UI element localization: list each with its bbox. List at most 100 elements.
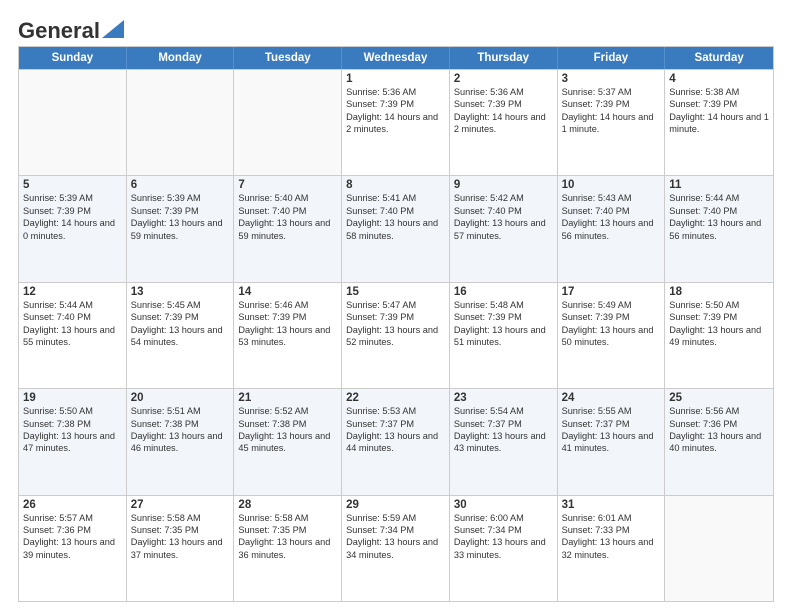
calendar-cell: [665, 496, 773, 601]
day-number: 18: [669, 286, 769, 298]
day-number: 7: [238, 179, 337, 191]
day-info: Sunrise: 5:50 AM Sunset: 7:39 PM Dayligh…: [669, 299, 769, 349]
day-info: Sunrise: 5:57 AM Sunset: 7:36 PM Dayligh…: [23, 512, 122, 562]
weekday-monday: Monday: [127, 47, 235, 69]
calendar-cell: 16Sunrise: 5:48 AM Sunset: 7:39 PM Dayli…: [450, 283, 558, 388]
calendar-cell: 13Sunrise: 5:45 AM Sunset: 7:39 PM Dayli…: [127, 283, 235, 388]
day-info: Sunrise: 5:58 AM Sunset: 7:35 PM Dayligh…: [131, 512, 230, 562]
calendar-cell: 28Sunrise: 5:58 AM Sunset: 7:35 PM Dayli…: [234, 496, 342, 601]
calendar-cell: 17Sunrise: 5:49 AM Sunset: 7:39 PM Dayli…: [558, 283, 666, 388]
calendar-cell: 27Sunrise: 5:58 AM Sunset: 7:35 PM Dayli…: [127, 496, 235, 601]
weekday-friday: Friday: [558, 47, 666, 69]
calendar-header: Sunday Monday Tuesday Wednesday Thursday…: [19, 47, 773, 69]
calendar: Sunday Monday Tuesday Wednesday Thursday…: [18, 46, 774, 602]
day-info: Sunrise: 5:50 AM Sunset: 7:38 PM Dayligh…: [23, 405, 122, 455]
day-number: 22: [346, 392, 445, 404]
calendar-cell: 24Sunrise: 5:55 AM Sunset: 7:37 PM Dayli…: [558, 389, 666, 494]
calendar-cell: 11Sunrise: 5:44 AM Sunset: 7:40 PM Dayli…: [665, 176, 773, 281]
day-info: Sunrise: 5:58 AM Sunset: 7:35 PM Dayligh…: [238, 512, 337, 562]
day-info: Sunrise: 5:43 AM Sunset: 7:40 PM Dayligh…: [562, 192, 661, 242]
calendar-row-1: 5Sunrise: 5:39 AM Sunset: 7:39 PM Daylig…: [19, 175, 773, 281]
header: General: [18, 18, 774, 40]
calendar-cell: [19, 70, 127, 175]
day-info: Sunrise: 5:39 AM Sunset: 7:39 PM Dayligh…: [23, 192, 122, 242]
day-info: Sunrise: 5:39 AM Sunset: 7:39 PM Dayligh…: [131, 192, 230, 242]
weekday-thursday: Thursday: [450, 47, 558, 69]
calendar-cell: [234, 70, 342, 175]
calendar-cell: 10Sunrise: 5:43 AM Sunset: 7:40 PM Dayli…: [558, 176, 666, 281]
day-number: 4: [669, 73, 769, 85]
weekday-saturday: Saturday: [665, 47, 773, 69]
day-number: 14: [238, 286, 337, 298]
calendar-cell: 3Sunrise: 5:37 AM Sunset: 7:39 PM Daylig…: [558, 70, 666, 175]
day-info: Sunrise: 5:44 AM Sunset: 7:40 PM Dayligh…: [23, 299, 122, 349]
day-number: 3: [562, 73, 661, 85]
calendar-row-0: 1Sunrise: 5:36 AM Sunset: 7:39 PM Daylig…: [19, 69, 773, 175]
calendar-cell: 20Sunrise: 5:51 AM Sunset: 7:38 PM Dayli…: [127, 389, 235, 494]
day-number: 29: [346, 499, 445, 511]
day-number: 8: [346, 179, 445, 191]
day-number: 6: [131, 179, 230, 191]
calendar-row-2: 12Sunrise: 5:44 AM Sunset: 7:40 PM Dayli…: [19, 282, 773, 388]
day-number: 13: [131, 286, 230, 298]
day-info: Sunrise: 5:54 AM Sunset: 7:37 PM Dayligh…: [454, 405, 553, 455]
calendar-row-3: 19Sunrise: 5:50 AM Sunset: 7:38 PM Dayli…: [19, 388, 773, 494]
calendar-cell: 15Sunrise: 5:47 AM Sunset: 7:39 PM Dayli…: [342, 283, 450, 388]
calendar-row-4: 26Sunrise: 5:57 AM Sunset: 7:36 PM Dayli…: [19, 495, 773, 601]
calendar-cell: 5Sunrise: 5:39 AM Sunset: 7:39 PM Daylig…: [19, 176, 127, 281]
day-info: Sunrise: 5:46 AM Sunset: 7:39 PM Dayligh…: [238, 299, 337, 349]
calendar-cell: 31Sunrise: 6:01 AM Sunset: 7:33 PM Dayli…: [558, 496, 666, 601]
day-info: Sunrise: 5:53 AM Sunset: 7:37 PM Dayligh…: [346, 405, 445, 455]
day-number: 24: [562, 392, 661, 404]
day-info: Sunrise: 5:41 AM Sunset: 7:40 PM Dayligh…: [346, 192, 445, 242]
weekday-sunday: Sunday: [19, 47, 127, 69]
day-number: 19: [23, 392, 122, 404]
day-info: Sunrise: 5:47 AM Sunset: 7:39 PM Dayligh…: [346, 299, 445, 349]
day-number: 20: [131, 392, 230, 404]
day-info: Sunrise: 6:01 AM Sunset: 7:33 PM Dayligh…: [562, 512, 661, 562]
day-info: Sunrise: 5:48 AM Sunset: 7:39 PM Dayligh…: [454, 299, 553, 349]
calendar-cell: 23Sunrise: 5:54 AM Sunset: 7:37 PM Dayli…: [450, 389, 558, 494]
day-number: 9: [454, 179, 553, 191]
day-number: 5: [23, 179, 122, 191]
calendar-cell: 6Sunrise: 5:39 AM Sunset: 7:39 PM Daylig…: [127, 176, 235, 281]
day-info: Sunrise: 5:45 AM Sunset: 7:39 PM Dayligh…: [131, 299, 230, 349]
calendar-cell: 7Sunrise: 5:40 AM Sunset: 7:40 PM Daylig…: [234, 176, 342, 281]
day-number: 31: [562, 499, 661, 511]
weekday-tuesday: Tuesday: [234, 47, 342, 69]
calendar-cell: 8Sunrise: 5:41 AM Sunset: 7:40 PM Daylig…: [342, 176, 450, 281]
day-info: Sunrise: 5:59 AM Sunset: 7:34 PM Dayligh…: [346, 512, 445, 562]
day-info: Sunrise: 5:51 AM Sunset: 7:38 PM Dayligh…: [131, 405, 230, 455]
day-info: Sunrise: 5:42 AM Sunset: 7:40 PM Dayligh…: [454, 192, 553, 242]
day-info: Sunrise: 5:56 AM Sunset: 7:36 PM Dayligh…: [669, 405, 769, 455]
day-number: 26: [23, 499, 122, 511]
calendar-cell: 18Sunrise: 5:50 AM Sunset: 7:39 PM Dayli…: [665, 283, 773, 388]
calendar-cell: 29Sunrise: 5:59 AM Sunset: 7:34 PM Dayli…: [342, 496, 450, 601]
calendar-cell: 30Sunrise: 6:00 AM Sunset: 7:34 PM Dayli…: [450, 496, 558, 601]
day-number: 30: [454, 499, 553, 511]
day-info: Sunrise: 5:49 AM Sunset: 7:39 PM Dayligh…: [562, 299, 661, 349]
day-number: 1: [346, 73, 445, 85]
day-number: 25: [669, 392, 769, 404]
calendar-cell: 2Sunrise: 5:36 AM Sunset: 7:39 PM Daylig…: [450, 70, 558, 175]
day-info: Sunrise: 5:40 AM Sunset: 7:40 PM Dayligh…: [238, 192, 337, 242]
day-number: 12: [23, 286, 122, 298]
calendar-body: 1Sunrise: 5:36 AM Sunset: 7:39 PM Daylig…: [19, 69, 773, 601]
day-number: 16: [454, 286, 553, 298]
calendar-cell: 1Sunrise: 5:36 AM Sunset: 7:39 PM Daylig…: [342, 70, 450, 175]
logo-icon: [102, 20, 124, 38]
day-info: Sunrise: 5:44 AM Sunset: 7:40 PM Dayligh…: [669, 192, 769, 242]
weekday-wednesday: Wednesday: [342, 47, 450, 69]
calendar-cell: 9Sunrise: 5:42 AM Sunset: 7:40 PM Daylig…: [450, 176, 558, 281]
logo-general: General: [18, 18, 100, 44]
day-number: 21: [238, 392, 337, 404]
day-info: Sunrise: 5:37 AM Sunset: 7:39 PM Dayligh…: [562, 86, 661, 136]
calendar-cell: 12Sunrise: 5:44 AM Sunset: 7:40 PM Dayli…: [19, 283, 127, 388]
day-number: 17: [562, 286, 661, 298]
page: General Sunday Monday Tuesday Wednesday …: [0, 0, 792, 612]
day-number: 27: [131, 499, 230, 511]
calendar-cell: 19Sunrise: 5:50 AM Sunset: 7:38 PM Dayli…: [19, 389, 127, 494]
day-info: Sunrise: 5:55 AM Sunset: 7:37 PM Dayligh…: [562, 405, 661, 455]
day-number: 15: [346, 286, 445, 298]
day-number: 2: [454, 73, 553, 85]
